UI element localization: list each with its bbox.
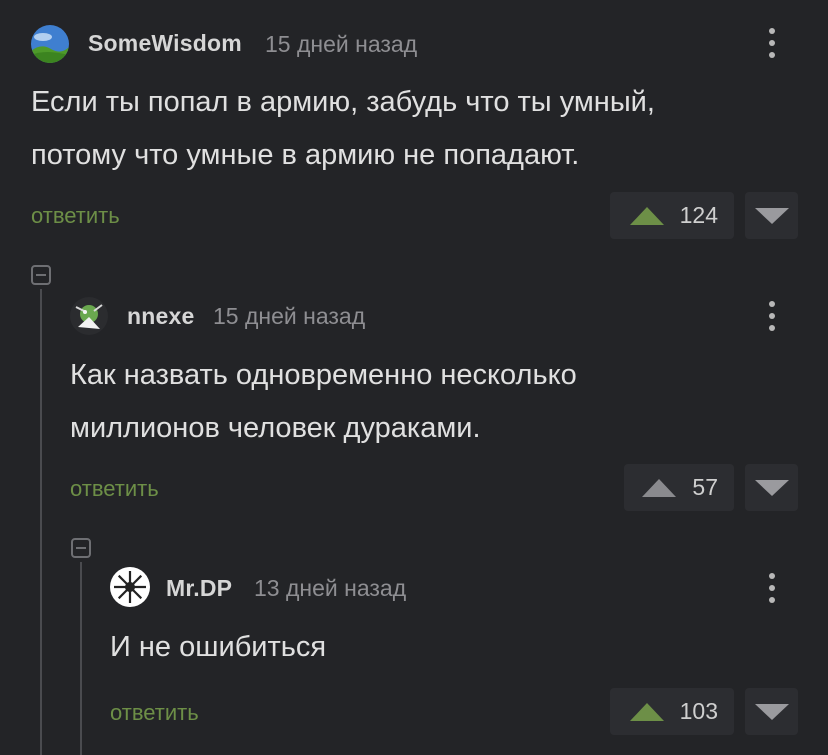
more-menu-icon[interactable]	[769, 573, 775, 603]
reply-button[interactable]: ответить	[110, 700, 199, 726]
minus-icon	[36, 274, 46, 276]
thread-line[interactable]	[80, 562, 82, 755]
user-avatar-nnexe[interactable]	[70, 297, 108, 335]
timestamp: 15 дней назад	[265, 31, 418, 57]
upvote-button[interactable]: 103	[610, 688, 734, 735]
upvote-button[interactable]: 124	[610, 192, 734, 239]
downvote-button[interactable]	[745, 464, 798, 511]
comment-text-line: Как назвать одновременно несколько	[70, 359, 577, 391]
thread-line[interactable]	[40, 289, 42, 755]
comment-text: Как назвать одновременно несколько милли…	[70, 349, 577, 455]
timestamp: 15 дней назад	[213, 303, 366, 329]
downvote-button[interactable]	[745, 688, 798, 735]
triangle-up-icon	[642, 478, 677, 497]
triangle-up-icon	[629, 206, 664, 225]
triangle-down-icon	[754, 479, 789, 496]
username[interactable]: Mr.DP	[166, 575, 232, 602]
comment-text-line: миллионов человек дураками.	[70, 412, 481, 444]
reply-button[interactable]: ответить	[31, 203, 120, 229]
collapse-thread-button[interactable]	[31, 265, 51, 285]
downvote-button[interactable]	[745, 192, 798, 239]
triangle-down-icon	[754, 703, 789, 720]
comment-text-line: потому что умные в армию не попадают.	[31, 139, 580, 171]
triangle-down-icon	[754, 207, 789, 224]
more-menu-icon[interactable]	[769, 301, 775, 331]
comment-text: Если ты попал в армию, забудь что ты умн…	[31, 76, 655, 182]
chaos-star-avatar-icon	[110, 567, 150, 607]
triangle-up-icon	[629, 702, 664, 721]
timestamp: 13 дней назад	[254, 575, 407, 601]
username[interactable]: nnexe	[127, 303, 194, 330]
comment-text-line: И не ошибиться	[110, 631, 327, 663]
user-avatar-someWisdom[interactable]	[31, 25, 69, 63]
reply-button[interactable]: ответить	[70, 476, 159, 502]
score: 103	[679, 698, 718, 724]
user-avatar-mrdp[interactable]	[110, 567, 150, 607]
username[interactable]: SomeWisdom	[88, 30, 242, 57]
comment-text: И не ошибиться	[110, 621, 326, 674]
comment-text-line: Если ты попал в армию, забудь что ты умн…	[31, 86, 655, 118]
landscape-avatar-icon	[31, 25, 69, 63]
more-menu-icon[interactable]	[769, 28, 775, 58]
upvote-button[interactable]: 57	[624, 464, 734, 511]
score: 124	[679, 202, 718, 228]
minus-icon	[76, 547, 86, 549]
score: 57	[692, 474, 718, 500]
collapse-thread-button[interactable]	[71, 538, 91, 558]
character-avatar-icon	[70, 297, 108, 335]
